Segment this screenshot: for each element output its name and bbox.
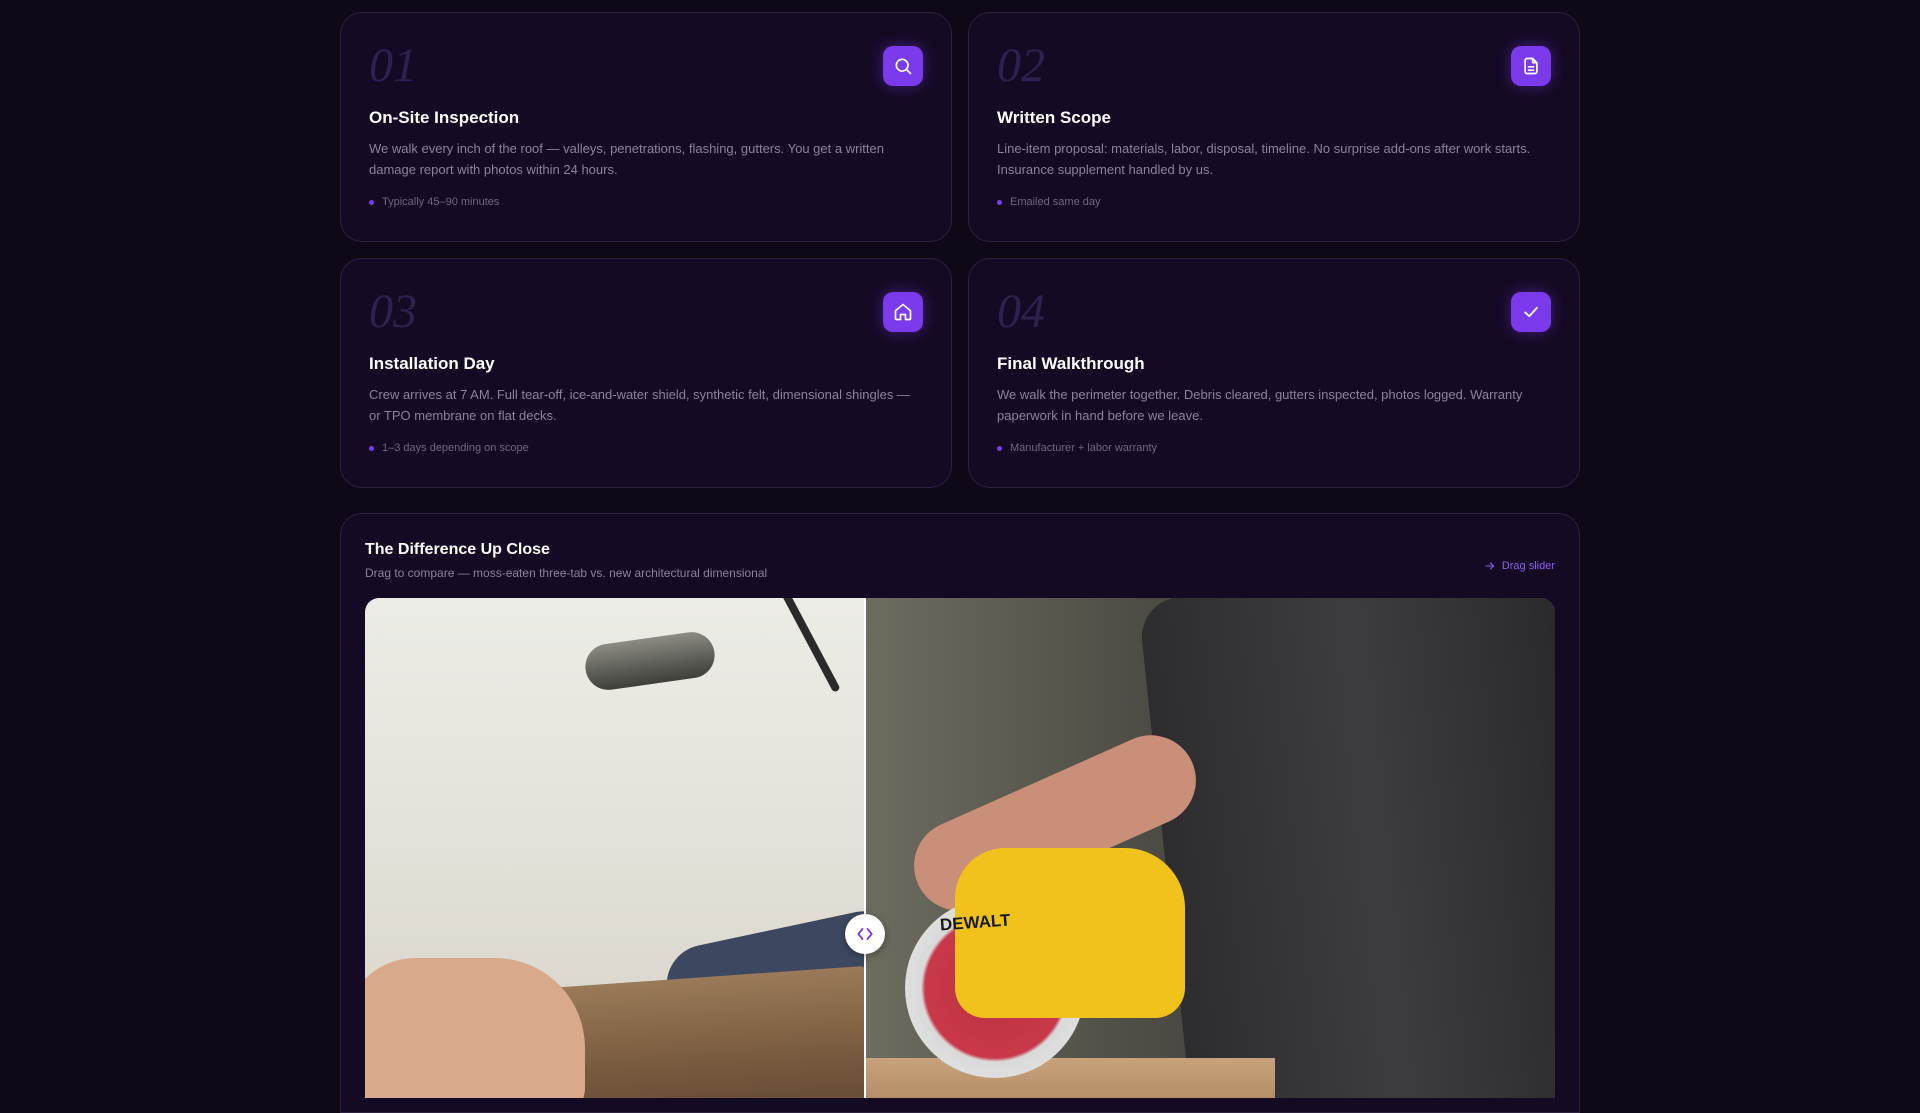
step-meta: Emailed same day	[997, 196, 1551, 208]
step-title: Installation Day	[369, 354, 495, 373]
step-title: Written Scope	[997, 108, 1111, 127]
step-card-installation: 03 Installation Day Crew arrives at 7 AM…	[340, 258, 952, 488]
drag-slider-label: Drag slider	[1501, 560, 1555, 572]
bullet-dot	[369, 199, 374, 205]
compare-title: The Difference Up Close	[365, 541, 550, 558]
code-arrows-icon	[857, 928, 873, 940]
slider-divider[interactable]	[864, 598, 866, 1098]
after-image: DEWALT	[865, 598, 1555, 1098]
slider-handle[interactable]	[845, 914, 885, 954]
step-meta: Typically 45–90 minutes	[369, 196, 923, 208]
step-card-scope: 02 Written Scope Line-item proposal: mat…	[968, 12, 1580, 242]
step-card-inspection: 01 On-Site Inspection We walk every inch…	[340, 12, 952, 242]
step-description: We walk every inch of the roof — valleys…	[369, 141, 884, 177]
step-number: 03	[369, 285, 417, 338]
step-title: Final Walkthrough	[997, 354, 1145, 373]
step-description: We walk the perimeter together. Debris c…	[997, 387, 1523, 423]
step-meta-text: Emailed same day	[1010, 196, 1101, 208]
drag-slider-link[interactable]: Drag slider	[1484, 560, 1555, 572]
step-number: 02	[997, 39, 1045, 92]
home-icon	[883, 292, 923, 332]
bullet-dot	[997, 445, 1002, 451]
search-icon	[883, 46, 923, 86]
bullet-dot	[369, 445, 374, 451]
step-meta-text: 1–3 days depending on scope	[382, 442, 529, 454]
document-icon	[1511, 46, 1551, 86]
steps-grid: 01 On-Site Inspection We walk every inch…	[340, 12, 1580, 488]
step-card-walkthrough: 04 Final Walkthrough We walk the perimet…	[968, 258, 1580, 488]
step-title: On-Site Inspection	[369, 108, 520, 127]
check-icon	[1511, 292, 1551, 332]
step-meta: Manufacturer + labor warranty	[997, 442, 1551, 454]
step-meta: 1–3 days depending on scope	[369, 442, 923, 454]
step-description: Line-item proposal: materials, labor, di…	[997, 141, 1531, 177]
step-meta-text: Manufacturer + labor warranty	[1010, 442, 1158, 454]
process-section: 01 On-Site Inspection We walk every inch…	[340, 12, 1580, 1113]
before-image	[365, 598, 865, 1098]
step-number: 01	[369, 39, 417, 92]
arrow-right-icon	[1485, 562, 1494, 570]
bullet-dot	[997, 199, 1002, 205]
compare-subtitle: Drag to compare — moss-eaten three-tab v…	[365, 566, 768, 580]
step-meta-text: Typically 45–90 minutes	[382, 196, 500, 208]
before-after-panel: The Difference Up Close Drag to compare …	[340, 513, 1580, 1113]
step-description: Crew arrives at 7 AM. Full tear-off, ice…	[369, 387, 910, 423]
step-number: 04	[997, 285, 1045, 338]
before-after-slider[interactable]: DEWALT	[365, 598, 1555, 1098]
